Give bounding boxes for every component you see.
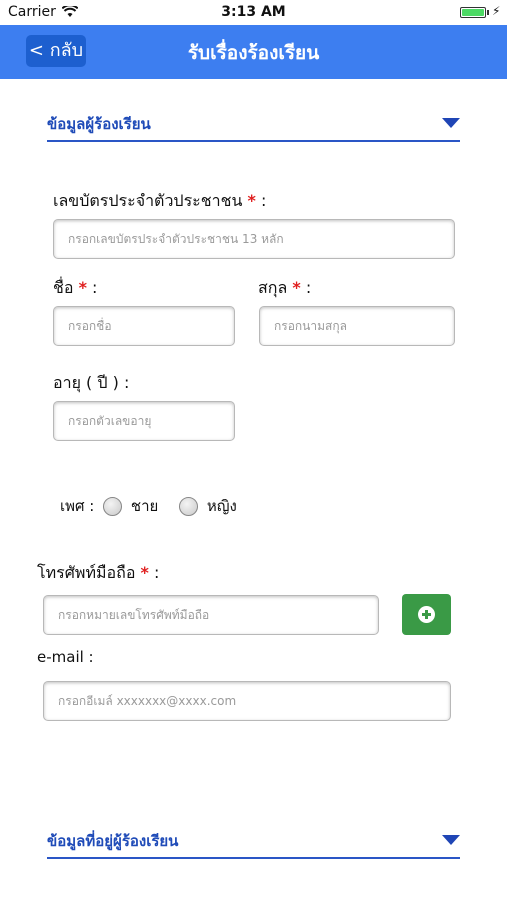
page-title: รับเรื่องร้องเรียน — [187, 42, 320, 64]
required-marker: * — [140, 563, 149, 582]
triangle-down-icon[interactable] — [442, 835, 460, 845]
clock: 3:13 AM — [221, 4, 286, 20]
colon: : — [260, 191, 267, 210]
section-title: ข้อมูลที่อยู่ผู้ร้องเรียน — [47, 832, 179, 850]
required-marker: * — [292, 278, 301, 297]
last-name-label: สกุล — [258, 278, 288, 297]
battery-tip — [487, 10, 489, 15]
last-name-label-row: สกุล * : — [258, 276, 311, 301]
first-name-input[interactable] — [53, 306, 235, 346]
phone-input[interactable] — [43, 595, 379, 635]
first-name-label: ชื่อ — [53, 278, 74, 297]
status-bar: Carrier 3:13 AM ⚡ — [0, 0, 507, 25]
email-input[interactable] — [43, 681, 451, 721]
navigation-bar: < กลับ รับเรื่องร้องเรียน — [0, 25, 507, 79]
section-complainant-address[interactable]: ข้อมูลที่อยู่ผู้ร้องเรียน — [47, 829, 460, 859]
age-input[interactable] — [53, 401, 235, 441]
add-phone-button[interactable] — [402, 594, 451, 635]
email-label: e-mail : — [37, 648, 94, 666]
colon: : — [92, 278, 98, 297]
gender-female-radio[interactable] — [179, 497, 199, 516]
section-complainant-info[interactable]: ข้อมูลผู้ร้องเรียน — [47, 112, 460, 142]
section-title: ข้อมูลผู้ร้องเรียน — [47, 115, 151, 133]
id-card-input[interactable] — [53, 219, 455, 259]
colon: : — [154, 563, 160, 582]
triangle-down-icon[interactable] — [442, 118, 460, 128]
last-name-input[interactable] — [259, 306, 455, 346]
gender-female-label[interactable]: หญิง — [207, 497, 237, 515]
age-label: อายุ ( ปี ) : — [53, 373, 130, 392]
gender-male-label[interactable]: ชาย — [131, 497, 158, 515]
battery-icon — [460, 7, 486, 18]
gender-male-radio[interactable] — [103, 497, 123, 516]
gender-label: เพศ : — [60, 497, 95, 515]
required-marker: * — [247, 191, 256, 210]
first-name-label-row: ชื่อ * : — [53, 276, 97, 301]
gender-row: เพศ : ชาย หญิง — [60, 494, 237, 518]
required-marker: * — [78, 278, 87, 297]
colon: : — [305, 278, 312, 297]
id-card-label-row: เลขบัตรประจำตัวประชาชน * : — [53, 189, 266, 214]
charging-icon: ⚡ — [492, 4, 501, 18]
phone-label: โทรศัพท์มือถือ — [37, 563, 136, 582]
phone-label-row: โทรศัพท์มือถือ * : — [37, 561, 159, 586]
plus-circle-icon — [418, 606, 435, 623]
id-card-label: เลขบัตรประจำตัวประชาชน — [53, 191, 243, 210]
